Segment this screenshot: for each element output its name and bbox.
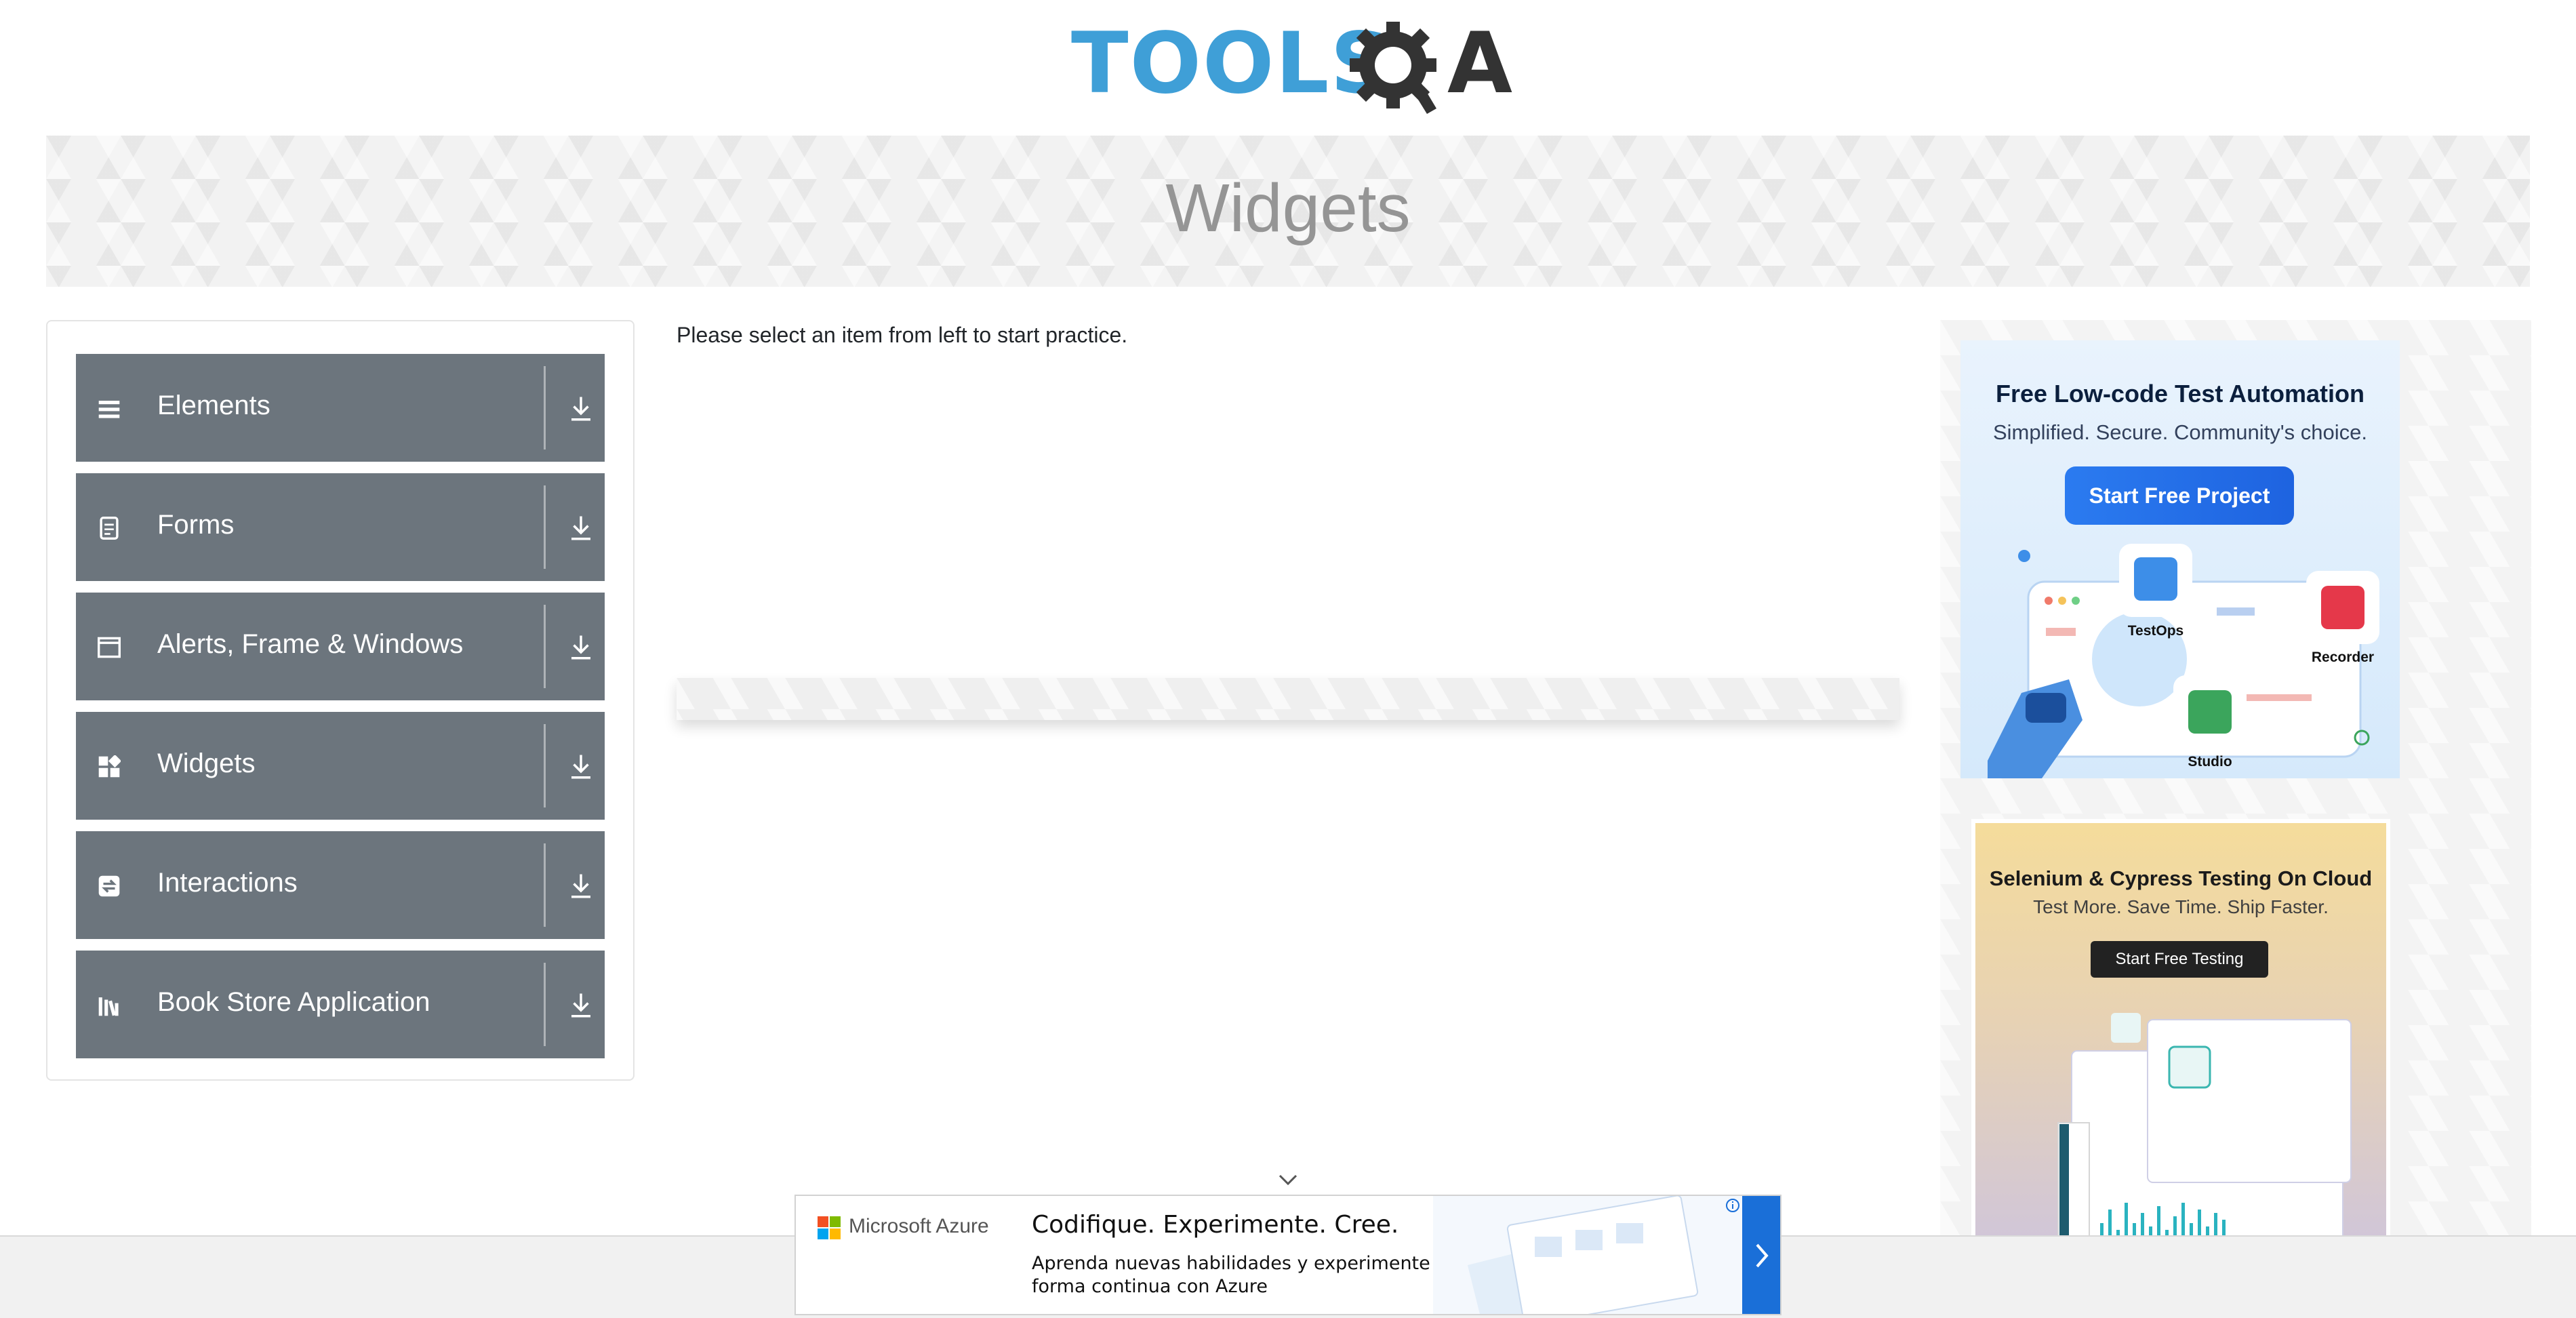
menu-item-interactions[interactable]: Interactions	[76, 831, 605, 939]
widgets-icon	[98, 755, 121, 778]
list-icon	[98, 401, 120, 418]
intro-text: Please select an item from left to start…	[677, 323, 1128, 347]
ad-description-line1: Aprenda nuevas habilidades y experimente…	[1032, 1253, 1460, 1274]
ad-label-recorder: Recorder	[2312, 650, 2374, 665]
download-icon[interactable]	[569, 753, 593, 781]
divider	[544, 485, 546, 569]
ad-headline: Codifique. Experimente. Cree.	[1032, 1211, 1399, 1239]
menu-item-alerts-frame-windows[interactable]: Alerts, Frame & Windows	[76, 593, 605, 700]
menu-item-widgets[interactable]: Widgets	[76, 712, 605, 820]
menu-item-label: Book Store Application	[157, 987, 430, 1017]
menu-item-forms[interactable]: Forms	[76, 473, 605, 581]
menu-item-label: Alerts, Frame & Windows	[157, 629, 464, 659]
ad-screenshot-image	[1433, 1196, 1742, 1314]
menu-item-elements[interactable]: Elements	[76, 354, 605, 462]
download-icon[interactable]	[569, 872, 593, 900]
info-icon[interactable]	[1725, 1197, 1741, 1214]
interactions-icon	[98, 875, 120, 897]
menu-item-label: Interactions	[157, 868, 298, 898]
microsoft-logo-icon	[818, 1216, 841, 1239]
divider	[544, 963, 546, 1046]
menu-item-label: Widgets	[157, 748, 256, 778]
logo-text-a: A	[1447, 15, 1512, 113]
toolsqa-logo[interactable]: TOOLS A	[1071, 20, 1512, 125]
ad-label-studio: Studio	[2188, 754, 2232, 770]
azure-ad-banner[interactable]: Microsoft Azure Codifique. Experimente. …	[794, 1195, 1782, 1315]
form-icon	[100, 517, 119, 540]
content-strip	[677, 678, 1899, 720]
ad-illustration: TestOps Recorder Studio	[1988, 544, 2379, 778]
page-banner: Widgets	[46, 136, 2530, 287]
menu-item-label: Elements	[157, 391, 270, 420]
download-icon[interactable]	[569, 395, 593, 423]
ad-brand: Microsoft Azure	[849, 1215, 989, 1237]
divider	[544, 843, 546, 927]
page-title: Widgets	[1165, 170, 1411, 246]
window-icon	[98, 637, 121, 658]
ad-label-testops: TestOps	[2128, 623, 2183, 639]
divider	[544, 605, 546, 688]
gear-icon	[1350, 22, 1436, 114]
books-icon	[98, 997, 119, 1016]
ad-next-button[interactable]	[1742, 1196, 1780, 1314]
menu-item-book-store-application[interactable]: Book Store Application	[76, 951, 605, 1058]
download-icon[interactable]	[569, 514, 593, 542]
logo-text-tools: TOOLS	[1071, 15, 1392, 113]
chevron-down-icon[interactable]	[1276, 1170, 1300, 1188]
left-panel: Elements Forms Alerts, Frame & Windows W…	[46, 320, 635, 1081]
ad-description-line2: forma continua con Azure	[1032, 1276, 1268, 1297]
download-icon[interactable]	[569, 633, 593, 662]
divider	[544, 366, 546, 450]
divider	[544, 724, 546, 807]
katalon-ad[interactable]: Free Low-code Test Automation Simplified…	[1960, 340, 2400, 778]
chevron-right-icon	[1756, 1243, 1769, 1268]
menu-item-label: Forms	[157, 510, 235, 540]
download-icon[interactable]	[569, 991, 593, 1020]
